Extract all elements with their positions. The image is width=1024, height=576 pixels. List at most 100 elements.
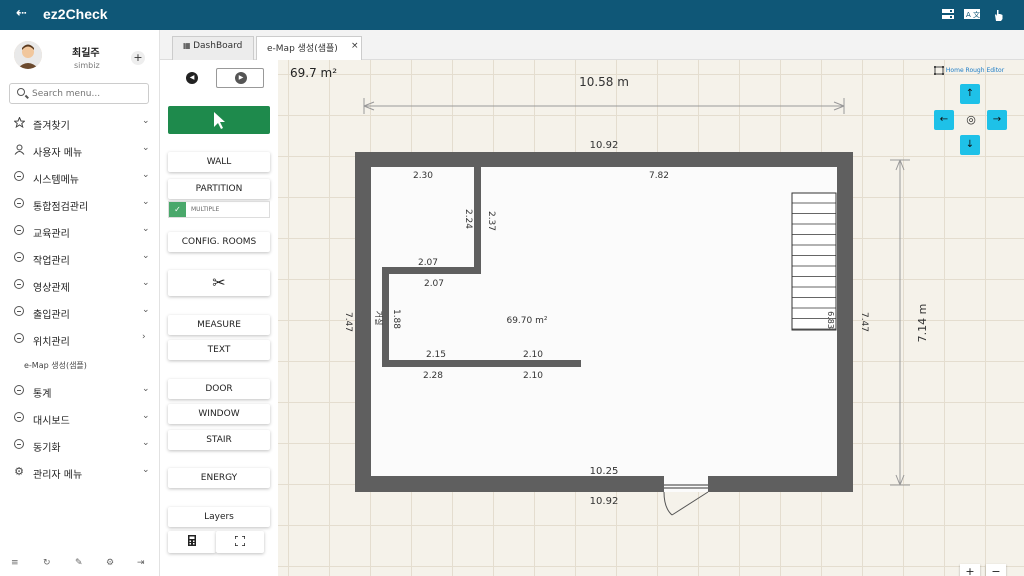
fullscreen-icon[interactable]: [216, 531, 264, 553]
sidebar-item-12[interactable]: 동기화 ⌄: [0, 433, 160, 457]
sidebar-item-2[interactable]: 사용자 메뉴 ⌄: [0, 138, 160, 162]
server-icon[interactable]: [940, 8, 956, 22]
dim-partition-v1: 2.24: [463, 209, 473, 229]
sidebar-item-11[interactable]: 대시보드 ⌄: [0, 406, 160, 430]
measure-button[interactable]: MEASURE: [168, 315, 270, 335]
door-button[interactable]: DOOR: [168, 379, 270, 399]
dim-bottom-outer: 10.92: [590, 496, 619, 507]
svg-text:A: A: [966, 11, 971, 19]
sidebar-item-7[interactable]: 영상관제 ⌄: [0, 273, 160, 297]
chevron-down-icon: ⌄: [142, 438, 150, 448]
dim-partition-b3: 2.28: [423, 371, 443, 381]
dim-partition-b4: 2.10: [523, 371, 543, 381]
table-icon: ▦: [183, 41, 194, 50]
sidebar-item-6[interactable]: 작업관리 ⌄: [0, 246, 160, 270]
sidebar-item-5[interactable]: 교육관리 ⌄: [0, 219, 160, 243]
floor-plan[interactable]: 10.58 m 7.14 m 10.92 10.25 10.92 7.47 7.…: [278, 60, 1024, 576]
chevron-down-icon: ⌄: [142, 384, 150, 394]
sidebar-footer: ≡ ↻ ✎ ⚙ ⇥: [0, 556, 160, 576]
minus-circle-icon: [13, 171, 25, 183]
layers-button[interactable]: Layers: [168, 507, 270, 527]
logout-icon[interactable]: ⇥: [137, 558, 145, 568]
gear-icon[interactable]: ⚙: [106, 558, 114, 568]
floor-plan-canvas[interactable]: 69.7 m² 10.58 m 7.14 m 10.92 10.25 10.92…: [278, 60, 1024, 576]
chevron-down-icon: ⌄: [142, 305, 150, 315]
chevron-down-icon: ⌄: [142, 465, 150, 475]
next-icon: ▶: [235, 72, 247, 84]
sidebar-item-label: 관리자 메뉴: [33, 470, 83, 481]
room-area-label: 69.70 m²: [506, 316, 547, 326]
translate-icon[interactable]: A文: [964, 8, 980, 22]
sidebar-item-label: 즐겨찾기: [33, 121, 70, 132]
tab-emap[interactable]: e-Map 생성(샘플) ×: [256, 36, 362, 60]
scissors-icon[interactable]: ✂: [168, 270, 270, 296]
room-name-label: 거실: [374, 311, 384, 326]
stair-symbol: [791, 192, 837, 331]
app-title: ez2Check: [43, 6, 108, 22]
dim-room-right-top: 7.82: [649, 171, 669, 181]
editor-icon: [934, 66, 944, 75]
recenter-icon[interactable]: ◎: [961, 110, 981, 130]
pan-down-icon[interactable]: ↓: [960, 135, 980, 155]
sidebar-item-9[interactable]: 위치관리 ›: [0, 327, 160, 351]
add-favorite-button[interactable]: +: [131, 51, 145, 65]
sidebar-item-label: 위치관리: [33, 337, 70, 348]
dim-stair-side: 6.83: [826, 311, 835, 329]
close-icon[interactable]: ×: [351, 41, 359, 51]
chevron-down-icon: ⌄: [142, 116, 150, 126]
stair-button[interactable]: STAIR: [168, 430, 270, 450]
dim-room-top: 2.30: [413, 171, 433, 181]
pan-up-icon[interactable]: ↑: [960, 84, 980, 104]
room-floor: [371, 167, 837, 476]
list-icon[interactable]: ≡: [11, 558, 19, 568]
chevron-down-icon: ⌄: [142, 278, 150, 288]
multiple-toggle[interactable]: ✓ MULTIPLE: [168, 201, 270, 218]
sidebar-item-label: 작업관리: [33, 256, 70, 267]
edit-icon[interactable]: ✎: [75, 558, 83, 568]
refresh-icon[interactable]: ↻: [43, 558, 51, 568]
sidebar-item-3[interactable]: 시스템메뉴 ⌄: [0, 165, 160, 189]
search-input[interactable]: [32, 87, 144, 101]
star-icon: [12, 116, 26, 129]
pan-left-icon[interactable]: ←: [934, 110, 954, 130]
minus-circle-icon: [13, 333, 25, 345]
window-button[interactable]: WINDOW: [168, 404, 270, 424]
prev-icon[interactable]: ◀: [186, 72, 198, 84]
zoom-out-button[interactable]: −: [986, 564, 1006, 576]
sidebar-item-10[interactable]: 통계 ⌄: [0, 379, 160, 403]
dim-partition-b1: 2.15: [426, 350, 446, 360]
sidebar-item-label: 통계: [33, 389, 52, 400]
next-button[interactable]: ▶: [216, 68, 264, 88]
top-bar: ⇠ ez2Check A文: [0, 0, 1024, 30]
minus-circle-icon: [13, 306, 25, 318]
pan-right-icon[interactable]: →: [987, 110, 1007, 130]
calculator-icon[interactable]: [168, 531, 216, 553]
dim-left-outer: 7.47: [343, 312, 353, 332]
dim-bottom-inner: 10.25: [590, 466, 619, 477]
minus-circle-icon: [13, 279, 25, 291]
cursor-icon: [214, 112, 225, 129]
sidebar-item-13[interactable]: ⚙ 관리자 메뉴 ⌄: [0, 460, 160, 484]
dim-partition-h1: 2.07: [418, 258, 438, 268]
zoom-in-button[interactable]: +: [960, 564, 980, 576]
sidebar-item-1[interactable]: 즐겨찾기 ⌄: [0, 111, 160, 135]
select-tool-button[interactable]: [168, 106, 270, 134]
sidebar-subitem-emap[interactable]: e-Map 생성(샘플): [24, 360, 87, 371]
home-rough-editor-link[interactable]: Home Rough Editor: [934, 66, 1004, 75]
touch-icon[interactable]: [990, 8, 1006, 22]
sidebar-item-label: 시스템메뉴: [33, 175, 79, 186]
energy-button[interactable]: ENERGY: [168, 468, 270, 488]
menu-toggle-icon[interactable]: ⇠: [16, 6, 27, 21]
config-rooms-button[interactable]: CONFIG. ROOMS: [168, 232, 270, 252]
tab-dashboard[interactable]: ▦ DashBoard: [172, 36, 254, 60]
wall-button[interactable]: WALL: [168, 152, 270, 172]
partition-button[interactable]: PARTITION: [168, 179, 270, 199]
user-org: simbiz: [74, 61, 100, 70]
sidebar-item-label: 출입관리: [33, 310, 70, 321]
sidebar-item-4[interactable]: 통합점검관리 ⌄: [0, 192, 160, 216]
chevron-down-icon: ⌄: [142, 170, 150, 180]
sidebar-item-8[interactable]: 출입관리 ⌄: [0, 300, 160, 324]
tool-panel: ◀ ▶ WALL PARTITION ✓ MULTIPLE CONFIG. RO…: [160, 60, 278, 576]
text-button[interactable]: TEXT: [168, 340, 270, 360]
avatar[interactable]: [14, 41, 42, 69]
